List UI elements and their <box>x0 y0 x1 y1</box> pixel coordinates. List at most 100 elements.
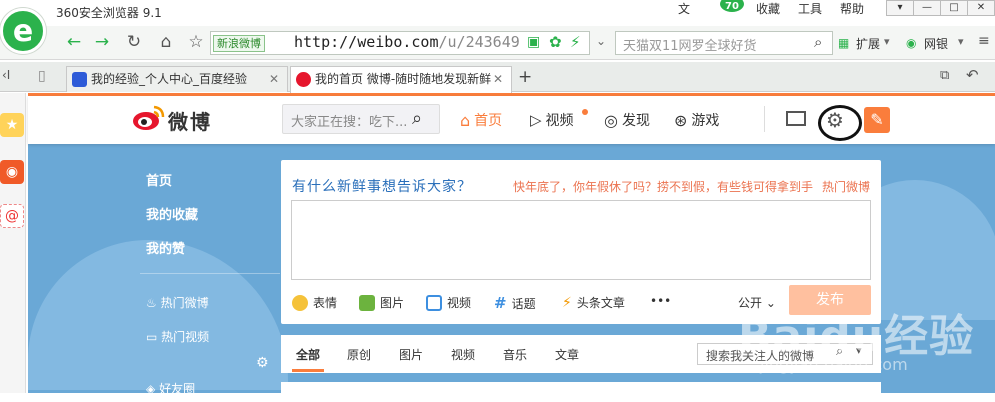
left-nav-favorites[interactable]: 我的收藏 <box>146 204 198 223</box>
video-icon: ▭ <box>146 330 158 344</box>
tab-baidu-jingyan[interactable]: 我的经验_个人中心_百度经验 ✕ <box>66 66 288 92</box>
extensions-icon: ▦ <box>838 36 850 50</box>
tool-video[interactable]: 视频 <box>426 294 471 311</box>
skin-button[interactable]: ▾ <box>886 0 914 16</box>
spinner-icon[interactable]: ✿ <box>549 33 562 51</box>
browser-menu: 文 收藏 工具 帮助 <box>678 0 882 18</box>
menu-item-file[interactable]: 文 <box>678 0 690 18</box>
chevron-down-icon[interactable]: ▾ <box>958 35 964 48</box>
nav-home-label: 首页 <box>474 113 503 129</box>
chevron-down-icon[interactable]: ▾ <box>884 35 890 48</box>
tool-image[interactable]: 图片 <box>359 294 404 311</box>
tool-article[interactable]: ⚡ 头条文章 <box>562 294 625 311</box>
tool-image-label: 图片 <box>380 296 405 310</box>
hot-topic-link[interactable]: 快年底了，你年假休了吗？捞不到假，有些钱可得拿到手 <box>513 178 813 195</box>
publisher-hint: 有什么新鲜事想告诉大家？ <box>292 179 472 195</box>
weibo-logo-icon[interactable] <box>132 104 166 132</box>
maximize-button[interactable]: □ <box>940 0 968 16</box>
mail-icon[interactable] <box>786 111 806 126</box>
favorites-star-icon[interactable]: ★ <box>0 113 24 137</box>
tool-video-label: 视频 <box>447 296 472 310</box>
left-nav-friends[interactable]: ◈ 好友圈 <box>146 380 195 397</box>
left-nav-hot-video-label: 热门视频 <box>161 330 210 344</box>
left-nav-home[interactable]: 首页 <box>146 170 172 189</box>
menu-item-favorites[interactable]: 收藏 <box>756 0 780 18</box>
smiley-icon <box>292 294 308 311</box>
left-nav-likes[interactable]: 我的赞 <box>146 238 185 257</box>
nav-video-label: 视频 <box>545 113 574 129</box>
lightning-icon[interactable]: ⚡ <box>570 33 581 51</box>
refresh-icon[interactable]: ↻ <box>122 30 146 54</box>
close-window-button[interactable]: ✕ <box>967 0 995 16</box>
new-tab-button[interactable]: + <box>518 67 532 87</box>
weibo-sidebar-icon[interactable]: ◉ <box>0 160 24 184</box>
image-icon <box>359 294 375 311</box>
tab-weibo[interactable]: 我的首页 微博-随时随地发现新鲜 ✕ <box>290 66 512 93</box>
video-icon <box>426 294 442 311</box>
site-tag: 新浪微博 <box>213 35 265 52</box>
filter-tab-original[interactable]: 原创 <box>347 346 371 363</box>
gear-icon[interactable]: ⚙ <box>826 108 844 132</box>
nav-discover[interactable]: ◎ 发现 <box>604 110 650 130</box>
secure-icon[interactable]: ▣ <box>527 34 540 50</box>
search-icon[interactable]: ⌕ <box>412 108 422 129</box>
bank-shield-icon: ◉ <box>906 36 917 50</box>
extensions-button[interactable]: 扩展 <box>856 35 880 52</box>
tool-topic-label: 话题 <box>511 296 536 311</box>
tool-emoji[interactable]: 表情 <box>292 294 337 311</box>
url-dropdown-icon[interactable]: ⌄ <box>596 34 606 48</box>
url-path: /u/243649864 <box>438 33 521 51</box>
tab-title: 我的经验_个人中心_百度经验 <box>91 72 248 86</box>
home-icon[interactable]: ⌂ <box>154 30 178 54</box>
left-nav-hot-video[interactable]: ▭ 热门视频 <box>146 328 209 345</box>
weibo-logo-text[interactable]: 微博 <box>168 106 212 135</box>
header-divider <box>764 106 765 132</box>
nav-games[interactable]: ⊛ 游戏 <box>674 110 719 130</box>
tool-topic[interactable]: # 话题 <box>494 294 536 312</box>
forward-arrow-icon[interactable]: → <box>90 30 114 54</box>
nav-games-label: 游戏 <box>691 113 720 129</box>
tool-article-label: 头条文章 <box>576 296 625 310</box>
browser-title: 360安全浏览器 9.1 <box>56 6 162 20</box>
weibo-search-placeholder: 大家正在搜：吃下... <box>291 115 408 130</box>
address-url[interactable]: http://weibo.com/u/243649864 <box>294 33 520 51</box>
phone-icon[interactable]: ▯ <box>38 68 46 84</box>
menu-item-tools[interactable]: 工具 <box>798 0 822 18</box>
nav-home[interactable]: ⌂ 首页 <box>460 110 502 130</box>
video-icon: ▷ <box>530 111 542 129</box>
mail-at-icon[interactable]: @ <box>0 204 24 228</box>
hashtag-icon: # <box>494 294 507 312</box>
filter-tab-article[interactable]: 文章 <box>555 346 579 363</box>
compass-icon: ◎ <box>604 110 618 130</box>
more-icon[interactable]: ≡ <box>978 33 990 49</box>
tool-more[interactable]: ••• <box>650 294 671 308</box>
back-arrow-icon[interactable]: ← <box>62 30 86 54</box>
close-icon[interactable]: ✕ <box>269 67 279 91</box>
compose-icon[interactable]: ✎ <box>864 107 890 133</box>
menu-item-help[interactable]: 帮助 <box>840 0 864 18</box>
undo-close-icon[interactable]: ↶ <box>966 66 979 84</box>
baidu-watermark-sub: jingyan.baidu.com <box>760 355 908 374</box>
feed-card <box>281 382 881 402</box>
star-icon[interactable]: ☆ <box>184 30 208 54</box>
filter-tab-music[interactable]: 音乐 <box>503 346 527 363</box>
browser-logo-icon: e <box>0 8 46 54</box>
bank-button[interactable]: 网银 <box>924 35 948 52</box>
left-nav-hot-weibo[interactable]: ♨ 热门微博 <box>146 294 209 311</box>
tab-scroll-left-icon[interactable]: ‹I <box>2 68 10 82</box>
minimize-button[interactable]: — <box>913 0 941 16</box>
hot-weibo-link[interactable]: 热门微博 <box>822 178 870 195</box>
lightning-icon: ⚡ <box>562 294 572 311</box>
close-icon[interactable]: ✕ <box>493 67 503 91</box>
gear-icon[interactable]: ⚙ <box>256 355 269 371</box>
search-icon[interactable]: ⌕ <box>814 33 822 51</box>
publisher-textarea[interactable] <box>291 200 871 280</box>
tool-emoji-label: 表情 <box>313 296 338 310</box>
url-host: http://weibo.com <box>294 33 439 51</box>
filter-tab-all[interactable]: 全部 <box>296 346 320 363</box>
restore-tabs-icon[interactable]: ⧉ <box>940 68 949 83</box>
filter-tab-video[interactable]: 视频 <box>451 346 475 363</box>
nav-video[interactable]: ▷ 视频 <box>530 110 574 130</box>
filter-tab-image[interactable]: 图片 <box>399 346 423 363</box>
weibo-favicon-icon <box>296 72 311 87</box>
